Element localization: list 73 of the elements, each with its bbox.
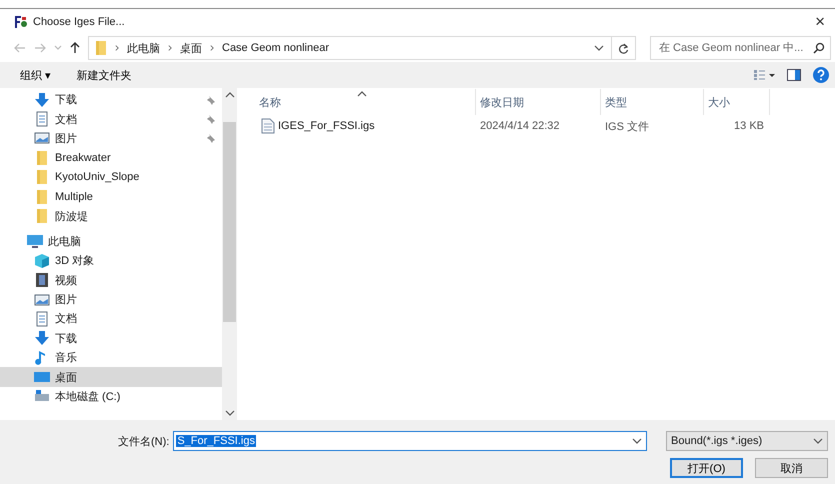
file-type-dropdown[interactable]: Bound(*.igs *.iges) [666,431,828,451]
file-icon [261,118,275,134]
window-title: Choose Iges File... [33,16,125,28]
search-field[interactable]: 在 Case Geom nonlinear 中... [650,36,831,60]
nav-item[interactable]: Breakwater [0,148,222,168]
chevron-right-icon [114,44,120,52]
nav-item[interactable]: 图片 [0,128,222,148]
organize-menu[interactable]: 组织 ▾ [16,68,55,82]
chevron-right-icon [209,44,215,52]
table-cell-text: 2024/4/14 22:32 [479,119,561,134]
breadcrumb-item[interactable]: 此电脑 [127,40,160,56]
nav-item[interactable]: 此电脑 [0,232,222,252]
forward-arrow-icon [34,43,46,53]
folder-icon [93,40,107,56]
folder-icon [34,188,50,205]
picture-icon [34,130,50,146]
chevron-down-icon [224,408,234,418]
back-arrow-icon [14,43,26,53]
help-icon [813,67,829,83]
nav-item[interactable]: 3D 对象 [0,251,222,271]
app-logo-icon [14,15,28,29]
column-header[interactable]: 名称 [255,89,476,115]
dropdown-chevron-icon [632,436,642,446]
chevron-right-icon [167,44,173,52]
dropdown-chevron-icon [813,436,823,446]
open-button[interactable]: 打开(O) [670,458,743,478]
picture-icon [34,292,50,308]
nav-item[interactable]: 下载 [0,90,222,110]
cube-icon [34,252,50,269]
table-cell-text: IGS 文件 [604,120,650,134]
address-bar[interactable]: 此电脑 桌面 Case Geom nonlinear [88,36,636,60]
filename-label: 文件名(N): [118,434,170,448]
nav-item[interactable]: 图片 [0,290,222,310]
nav-item[interactable]: 视频 [0,270,222,290]
folder-icon [34,169,50,186]
nav-item[interactable]: 文档 [0,309,222,329]
refresh-icon [618,42,629,54]
cancel-button[interactable]: 取消 [755,458,828,478]
dropdown-chevron-icon [594,43,604,53]
nav-item[interactable]: 本地磁盘 (C:) [0,386,222,406]
new-folder-button[interactable]: 新建文件夹 [72,68,136,82]
nav-item[interactable]: Multiple [0,186,222,206]
view-options-icon [753,69,775,81]
document-icon [34,111,50,128]
file-name[interactable]: IGES_For_FSSI.igs [255,115,476,137]
nav-item[interactable]: 桌面 [0,367,222,387]
film-icon [34,272,50,288]
download-arrow-icon [34,92,50,108]
nav-item[interactable]: 音乐 [0,348,222,368]
dropdown-chevron-icon [54,45,62,51]
sort-caret-icon [357,89,367,99]
column-header[interactable]: 类型 [601,89,704,115]
up-arrow-icon [70,42,80,54]
column-header[interactable]: 大小 [704,89,770,115]
chevron-up-icon [224,90,234,100]
download-arrow-icon [34,330,50,346]
nav-item[interactable]: 下载 [0,328,222,348]
column-header[interactable]: 修改日期 [476,89,601,115]
nav-item[interactable]: 防波堤 [0,206,222,226]
scrollbar-thumb[interactable] [223,122,236,322]
nav-item[interactable]: 文档 [0,109,222,129]
monitor-icon [27,233,43,250]
search-icon [813,42,825,54]
nav-item[interactable]: KyotoUniv_Slope [0,168,222,187]
filename-field[interactable]: S_For_FSSI.igs [173,431,648,451]
document-icon [34,310,50,327]
folder-icon [34,208,50,224]
preview-pane-icon [787,69,801,81]
breadcrumb-item[interactable]: 桌面 [180,40,202,56]
folder-icon [34,150,50,166]
table-cell-text: 13 KB [733,119,765,134]
close-button[interactable]: × [805,10,835,34]
breadcrumb-item[interactable]: Case Geom nonlinear [222,42,330,54]
